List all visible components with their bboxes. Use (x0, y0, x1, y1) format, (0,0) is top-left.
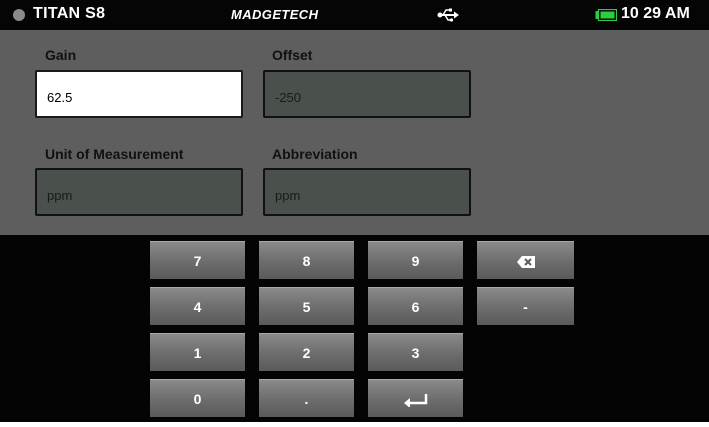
form-panel: Gain 62.5 Offset -250 Unit of Measuremen… (0, 30, 709, 235)
abbreviation-field[interactable]: ppm (263, 168, 471, 216)
key-8[interactable]: 8 (259, 241, 354, 279)
battery-icon (595, 9, 617, 21)
key-9[interactable]: 9 (368, 241, 463, 279)
key-0[interactable]: 0 (150, 379, 245, 417)
clock: 10 29 AM (621, 5, 690, 22)
key-5[interactable]: 5 (259, 287, 354, 325)
unit-field[interactable]: ppm (35, 168, 243, 216)
key-1[interactable]: 1 (150, 333, 245, 371)
numeric-keypad: 7 8 9 4 5 6 - 1 2 3 0 . (0, 235, 709, 427)
offset-field[interactable]: -250 (263, 70, 471, 118)
decimal-key[interactable]: . (259, 379, 354, 417)
enter-icon (403, 394, 427, 409)
unit-label: Unit of Measurement (45, 146, 184, 162)
device-name: TITAN S8 (33, 5, 106, 22)
gain-field[interactable]: 62.5 (35, 70, 243, 118)
abbreviation-label: Abbreviation (272, 146, 358, 162)
key-2[interactable]: 2 (259, 333, 354, 371)
status-bar: TITAN S8 MADGETECH 10 29 AM (0, 0, 709, 30)
key-4[interactable]: 4 (150, 287, 245, 325)
key-7[interactable]: 7 (150, 241, 245, 279)
enter-key[interactable] (368, 379, 463, 417)
key-3[interactable]: 3 (368, 333, 463, 371)
usb-icon (437, 8, 459, 22)
device-screen: TITAN S8 MADGETECH 10 29 AM Gain 62.5 Of… (0, 0, 709, 427)
brand-logo: MADGETECH (231, 7, 319, 22)
key-6[interactable]: 6 (368, 287, 463, 325)
backspace-key[interactable] (477, 241, 574, 279)
offset-label: Offset (272, 47, 313, 63)
status-dot-icon (13, 9, 25, 21)
screen-bottom-edge (0, 422, 709, 427)
backspace-icon (516, 256, 535, 269)
minus-key[interactable]: - (477, 287, 574, 325)
gain-label: Gain (45, 47, 77, 63)
